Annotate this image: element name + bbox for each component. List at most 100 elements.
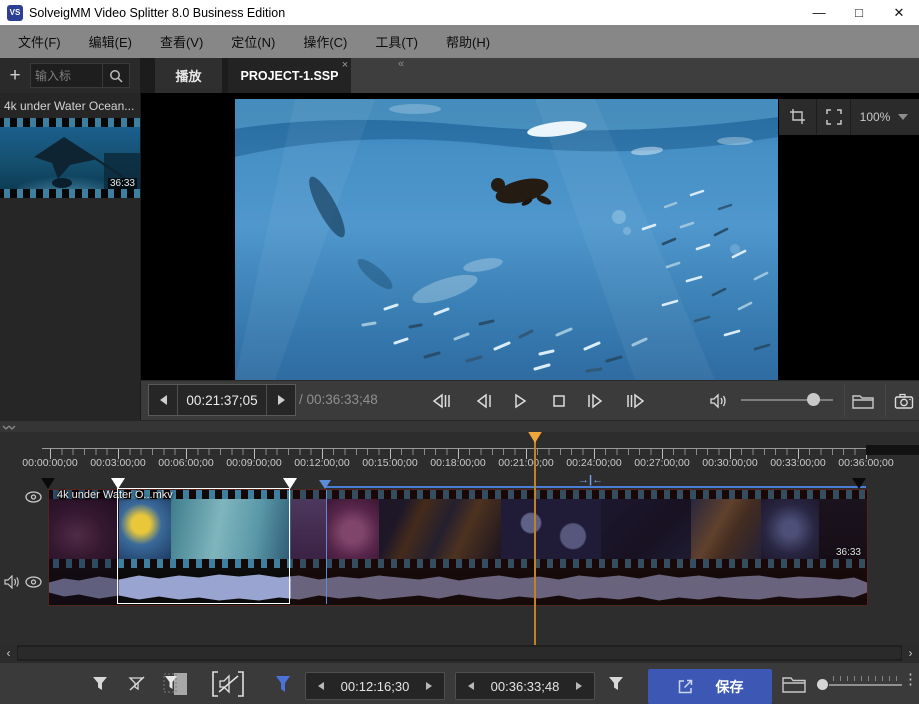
fragment-start-field: 00:12:16;30: [305, 672, 445, 700]
search-icon[interactable]: [102, 64, 129, 87]
media-item-thumbnail[interactable]: 36:33: [0, 118, 140, 198]
selected-fragment-box[interactable]: [117, 488, 290, 604]
video-track-visibility-icon[interactable]: [25, 491, 42, 503]
open-folder-button[interactable]: [844, 384, 881, 417]
close-button[interactable]: ✕: [879, 0, 919, 25]
fragment-right-marker[interactable]: [283, 478, 297, 489]
app-window: VS SolveigMM Video Splitter 8.0 Business…: [0, 0, 919, 704]
panel-splitter[interactable]: [0, 420, 919, 432]
arrow-left-icon: [468, 682, 474, 690]
ruler-label: 00:33:00;00: [770, 457, 825, 469]
start-decrement-button[interactable]: [306, 682, 336, 690]
save-button[interactable]: 保存: [648, 669, 772, 704]
menu-edit[interactable]: 编辑(E): [75, 26, 146, 57]
audio-track-mute-icon[interactable]: [3, 575, 21, 589]
filmstrip-sprockets-top: [0, 118, 140, 127]
stop-button[interactable]: [546, 390, 572, 412]
zoom-level-label: 100%: [860, 110, 891, 124]
selection-start-marker[interactable]: [319, 480, 331, 489]
step-back-button[interactable]: [471, 390, 497, 412]
search-input[interactable]: [31, 69, 102, 83]
prev-keyframe-icon: [430, 393, 452, 409]
ruler-label: 00:06:00;00: [158, 457, 213, 469]
maximize-button[interactable]: □: [839, 0, 879, 25]
app-logo-icon: VS: [7, 5, 23, 21]
scrollbar-thumb[interactable]: [18, 647, 901, 659]
tab-close-icon[interactable]: ×: [338, 59, 352, 71]
zoom-dropdown[interactable]: 100%: [851, 99, 917, 135]
transport-bar: 00:21:37;05 / 00:36:33;48: [141, 380, 919, 420]
filter-icon: [607, 675, 625, 693]
time-step-forward-button[interactable]: [267, 385, 295, 415]
mute-fragment-button[interactable]: [208, 668, 248, 700]
timeline-zoom-ticks: [833, 676, 901, 681]
folder-icon: [852, 393, 874, 409]
playhead-line[interactable]: [534, 432, 536, 645]
marker-list-button[interactable]: [158, 668, 194, 700]
step-forward-button[interactable]: [582, 390, 608, 412]
menu-view[interactable]: 查看(V): [146, 26, 217, 57]
fullscreen-button[interactable]: [817, 99, 851, 135]
title-bar: VS SolveigMM Video Splitter 8.0 Business…: [0, 0, 919, 25]
fragment-end-field: 00:36:33;48: [455, 672, 595, 700]
menu-operations[interactable]: 操作(C): [289, 26, 361, 57]
volume-slider-handle[interactable]: [807, 393, 820, 406]
scroll-left-button[interactable]: ‹: [0, 645, 17, 661]
timeline-zoom-handle[interactable]: [817, 679, 828, 690]
end-increment-button[interactable]: [564, 682, 594, 690]
next-keyframe-icon: [625, 393, 647, 409]
ruler-out-of-range: [866, 445, 919, 455]
blue-filter-icon: [274, 674, 292, 694]
filter-off-icon: [127, 675, 147, 693]
step-forward-icon: [585, 393, 605, 409]
output-folder-button[interactable]: [778, 668, 810, 700]
menu-help[interactable]: 帮助(H): [432, 26, 504, 57]
menu-navigate[interactable]: 定位(N): [217, 26, 289, 57]
snapshot-button[interactable]: [885, 384, 919, 417]
speaker-icon: [709, 393, 729, 409]
end-decrement-button[interactable]: [456, 682, 486, 690]
menu-tools[interactable]: 工具(T): [361, 26, 432, 57]
scroll-right-button[interactable]: ›: [902, 645, 919, 661]
remove-marker-button[interactable]: [121, 668, 153, 700]
goto-marker-button[interactable]: [267, 668, 299, 700]
video-frame[interactable]: [235, 99, 778, 380]
unselected-region-left: [49, 490, 119, 604]
folder-icon: [782, 675, 806, 693]
add-marker-button[interactable]: [84, 668, 116, 700]
media-item-duration: 36:33: [108, 178, 137, 189]
trim-fragment-icon[interactable]: →|←: [578, 474, 603, 486]
prev-keyframe-button[interactable]: [428, 390, 454, 412]
next-keyframe-button[interactable]: [623, 390, 649, 412]
timeline-zoom-track[interactable]: [829, 684, 902, 686]
tab-project[interactable]: PROJECT-1.SSP: [228, 58, 351, 93]
audio-track-visibility-icon[interactable]: [25, 576, 42, 588]
minimize-button[interactable]: —: [799, 0, 839, 25]
time-step-back-button[interactable]: [149, 385, 177, 415]
more-options-button[interactable]: ⋮: [903, 670, 917, 688]
fragment-start-value[interactable]: 00:12:16;30: [336, 679, 414, 694]
add-media-button[interactable]: +: [0, 58, 30, 93]
fragment-end-value[interactable]: 00:36:33;48: [486, 679, 564, 694]
collapse-panel-icon[interactable]: «: [398, 58, 404, 70]
timeline-scrollbar[interactable]: ‹ ›: [0, 645, 919, 661]
tab-play[interactable]: 播放: [155, 58, 222, 93]
clip-end-marker[interactable]: [852, 478, 866, 489]
ruler-label: 00:27:00;00: [634, 457, 689, 469]
mute-brackets-icon: [211, 671, 245, 697]
volume-button[interactable]: [706, 390, 732, 412]
play-icon: [512, 393, 528, 409]
clip-start-marker[interactable]: [41, 478, 55, 489]
menu-file[interactable]: 文件(F): [4, 26, 75, 57]
media-list-panel: 4k under Water Ocean...: [0, 93, 141, 420]
current-time-value[interactable]: 00:21:37;05: [178, 385, 266, 415]
crop-button[interactable]: [779, 99, 817, 135]
media-item-name[interactable]: 4k under Water Ocean...: [4, 99, 137, 113]
chevron-down-icon: [898, 114, 908, 120]
apply-marker-button[interactable]: [600, 668, 632, 700]
play-button[interactable]: [507, 390, 533, 412]
playhead-handle[interactable]: [527, 432, 543, 443]
ruler-label: 00:15:00;00: [362, 457, 417, 469]
fragment-left-marker[interactable]: [111, 478, 125, 489]
start-increment-button[interactable]: [414, 682, 444, 690]
